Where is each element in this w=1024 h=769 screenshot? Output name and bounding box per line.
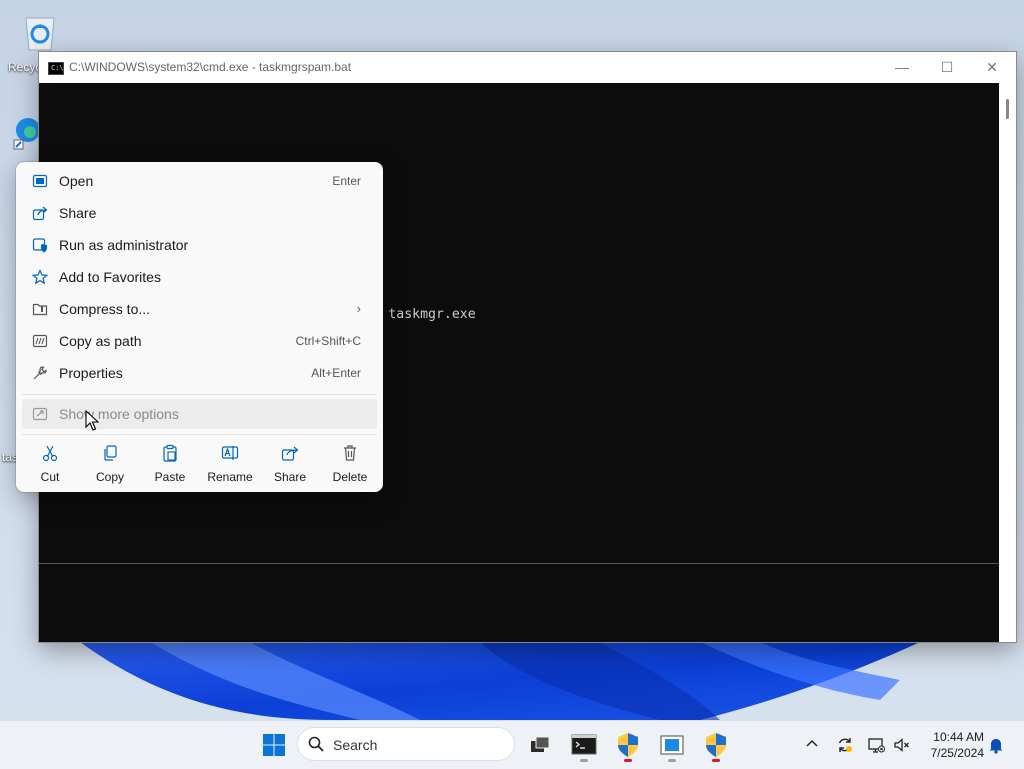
chevron-right-icon: › <box>356 301 361 316</box>
menu-item-label: Add to Favorites <box>59 269 161 285</box>
menu-item-label: Show more options <box>59 406 179 422</box>
cmd-window-title: C:\WINDOWS\system32\cmd.exe - taskmgrspa… <box>69 60 352 74</box>
share-icon <box>32 206 48 221</box>
share-icon <box>281 446 299 461</box>
security-shield-icon <box>706 733 726 757</box>
open-icon <box>32 174 48 188</box>
taskbar-search-box[interactable]: Search <box>298 728 514 760</box>
taskbar: Search 10:44 AM 7/25/2024 <box>0 720 1024 769</box>
security-shield-icon <box>618 733 638 757</box>
menu-item-open[interactable]: Open Enter <box>22 166 377 196</box>
mouse-cursor-icon <box>85 410 99 431</box>
taskbar-app-cmd[interactable] <box>568 729 600 762</box>
close-icon: ✕ <box>986 59 998 75</box>
quick-action-label: Rename <box>207 470 253 484</box>
menu-item-compress-to[interactable]: Compress to... › <box>22 294 377 324</box>
menu-item-shortcut: Alt+Enter <box>311 366 361 380</box>
search-placeholder: Search <box>333 737 378 753</box>
quick-action-label: Share <box>273 470 307 484</box>
quick-action-label: Paste <box>154 470 186 484</box>
sync-icon[interactable] <box>836 736 854 754</box>
menu-item-run-as-administrator[interactable]: Run as administrator <box>22 230 377 260</box>
copy-icon <box>104 445 117 461</box>
menu-item-label: Open <box>59 173 94 189</box>
cmd-app-icon: C:\ <box>48 62 64 75</box>
menu-item-label: Copy as path <box>59 333 142 349</box>
menu-item-label: Compress to... <box>59 301 151 317</box>
menu-item-share[interactable]: Share <box>22 198 377 228</box>
search-icon <box>308 736 324 752</box>
taskbar-app-window[interactable] <box>656 729 688 762</box>
taskbar-clock[interactable]: 10:44 AM 7/25/2024 <box>922 729 984 761</box>
menu-item-label: Run as administrator <box>59 237 189 253</box>
running-indicator <box>580 759 588 762</box>
menu-separator <box>22 434 377 435</box>
menu-item-copy-as-path[interactable]: Copy as path Ctrl+Shift+C <box>22 326 377 356</box>
path-icon <box>32 334 48 348</box>
quick-action-rename[interactable]: Rename <box>202 442 258 486</box>
minimize-icon: — <box>895 59 909 75</box>
clock-date: 7/25/2024 <box>930 746 984 760</box>
menu-item-label: Share <box>59 205 97 221</box>
menu-item-add-to-favorites[interactable]: Add to Favorites <box>22 262 377 292</box>
taskbar-app-security-1[interactable] <box>612 729 644 762</box>
running-indicator <box>668 759 676 762</box>
attention-indicator <box>712 759 720 762</box>
shield-admin-icon <box>32 238 47 253</box>
quick-action-label: Cut <box>40 470 60 484</box>
app-window-icon <box>660 735 684 755</box>
recycle-bin-icon <box>25 17 55 51</box>
notification-bell-icon[interactable] <box>988 736 1004 754</box>
more-options-icon <box>32 407 48 421</box>
clock-time: 10:44 AM <box>933 730 984 744</box>
quick-action-cut[interactable]: Cut <box>22 442 78 486</box>
menu-item-shortcut: Ctrl+Shift+C <box>295 334 361 348</box>
maximize-icon: ☐ <box>940 59 954 75</box>
quick-action-copy[interactable]: Copy <box>82 442 138 486</box>
taskbar-app-task-view[interactable] <box>524 729 556 761</box>
close-button[interactable]: ✕ <box>969 52 1015 83</box>
menu-item-label: Properties <box>59 365 123 381</box>
context-menu: Open Enter Share Run as administrator Ad… <box>16 162 383 492</box>
quick-action-delete[interactable]: Delete <box>322 442 378 486</box>
volume-muted-icon[interactable] <box>893 736 911 754</box>
zip-folder-icon <box>32 303 48 316</box>
clipboard-icon <box>163 444 177 462</box>
cmd-app-icon-text: C:\ <box>51 64 64 72</box>
network-icon[interactable] <box>867 736 885 754</box>
minimize-button[interactable]: — <box>879 52 925 83</box>
menu-item-show-more-options[interactable]: Show more options <box>22 399 377 429</box>
menu-item-shortcut: Enter <box>332 174 361 188</box>
recycle-bin-label: Recyc <box>8 60 42 74</box>
edge-icon <box>13 118 40 150</box>
menu-separator <box>22 394 377 395</box>
start-button[interactable] <box>258 729 290 761</box>
cmd-titlebar[interactable]: C:\ C:\WINDOWS\system32\cmd.exe - taskmg… <box>39 52 1016 83</box>
edge-shortcut-desktop-icon[interactable] <box>12 112 42 152</box>
quick-action-label: Delete <box>332 470 368 484</box>
rename-icon <box>221 446 239 460</box>
quick-action-label: Copy <box>95 470 124 484</box>
wrench-icon <box>33 366 47 380</box>
maximize-button[interactable]: ☐ <box>924 52 970 83</box>
star-icon <box>32 269 48 285</box>
windows-logo-icon <box>263 734 285 756</box>
taskbar-app-security-2[interactable] <box>700 729 732 762</box>
console-scrollbar[interactable] <box>999 83 1016 642</box>
chevron-up-icon[interactable] <box>805 737 819 749</box>
menu-item-properties[interactable]: Properties Alt+Enter <box>22 358 377 388</box>
quick-action-share[interactable]: Share <box>262 442 318 486</box>
quick-action-paste[interactable]: Paste <box>142 442 198 486</box>
task-view-icon <box>531 736 550 752</box>
cmd-app-icon <box>571 734 597 755</box>
console-divider <box>39 563 999 564</box>
trash-icon <box>344 445 356 461</box>
scrollbar-thumb[interactable] <box>1006 99 1009 119</box>
scissors-icon <box>42 445 58 462</box>
attention-indicator <box>624 759 632 762</box>
